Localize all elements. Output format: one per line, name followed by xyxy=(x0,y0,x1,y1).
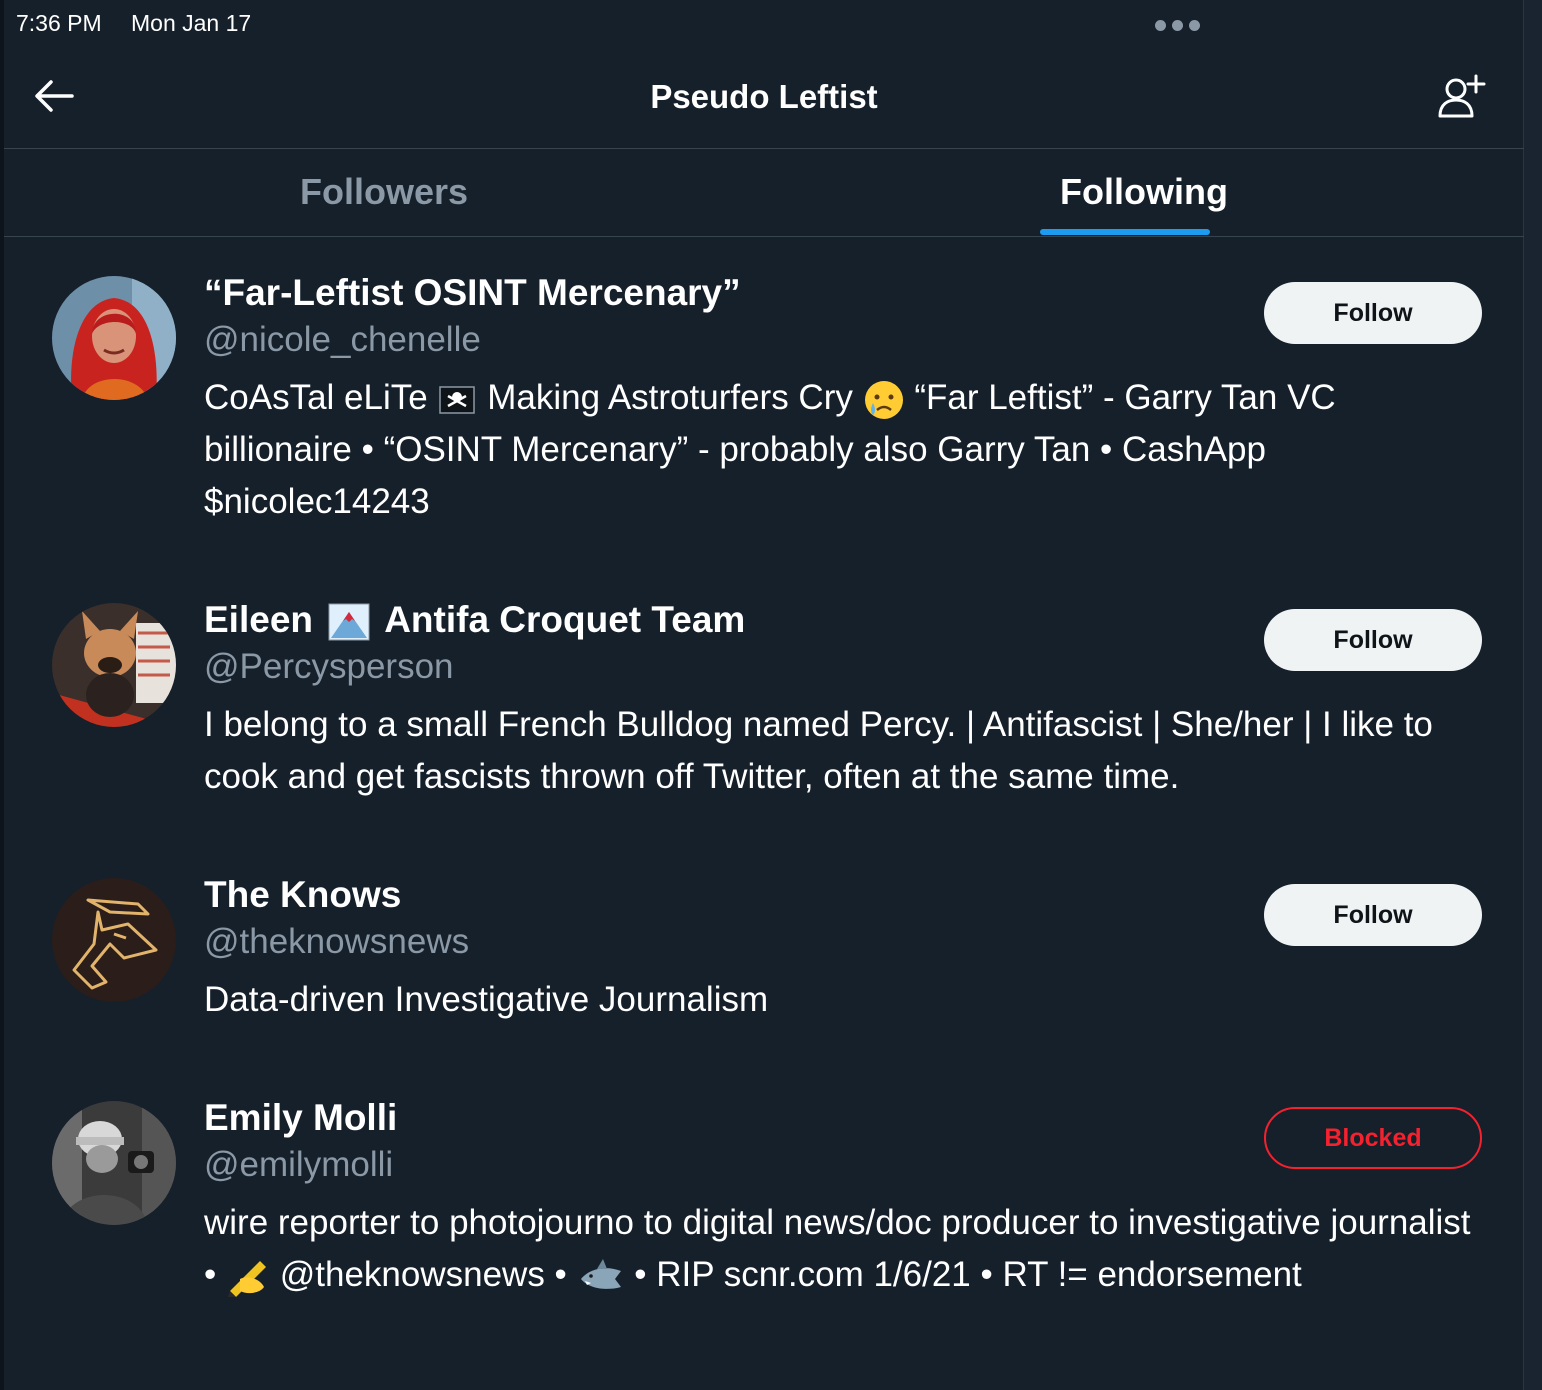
pirate-flag-icon xyxy=(439,386,476,414)
handle[interactable]: @Percysperson xyxy=(204,647,454,687)
user-row[interactable]: Eileen Antifa Croquet Team @Percysperson… xyxy=(4,599,1524,823)
display-name: “Far-Leftist OSINT Mercenary” xyxy=(204,272,741,313)
handle[interactable]: @emilymolli xyxy=(204,1145,393,1185)
add-user-icon xyxy=(1438,74,1486,118)
bio-text: @theknowsnews • xyxy=(279,1255,567,1294)
follow-button[interactable]: Follow xyxy=(1264,884,1482,946)
avatar[interactable] xyxy=(52,878,176,1002)
bio: wire reporter to photojourno to digital … xyxy=(204,1197,1474,1301)
bio: Data-driven Investigative Journalism xyxy=(204,980,769,1019)
avatar[interactable] xyxy=(52,1101,176,1225)
follow-button[interactable]: Follow xyxy=(1264,609,1482,671)
user-row[interactable]: Emily Molli @emilymolli wire reporter to… xyxy=(4,1097,1524,1361)
bio-text: Making Astroturfers Cry xyxy=(487,378,853,417)
add-user-button[interactable] xyxy=(1432,70,1492,126)
display-name: Eileen Antifa Croquet Team xyxy=(204,599,745,642)
mount-fuji-icon xyxy=(328,603,370,641)
tab-bar: Followers Following xyxy=(4,149,1524,237)
tab-following[interactable]: Following xyxy=(764,149,1524,236)
display-name: The Knows xyxy=(204,874,402,915)
device-edge-right xyxy=(1523,0,1542,1390)
bio-text: CoAsTal eLiTe xyxy=(204,378,428,417)
status-time: 7:36 PM xyxy=(16,10,102,36)
status-date: Mon Jan 17 xyxy=(131,10,252,36)
writing-hand-icon xyxy=(228,1260,266,1297)
avatar[interactable] xyxy=(52,603,176,727)
bio: CoAsTal eLiTe Making Astroturfers Cry “F… xyxy=(204,372,1474,528)
multitasking-dots-icon[interactable] xyxy=(1155,20,1200,31)
handle[interactable]: @theknowsnews xyxy=(204,922,469,962)
crying-face-icon xyxy=(864,380,903,419)
nav-header: Pseudo Leftist xyxy=(4,48,1524,149)
display-name: Emily Molli xyxy=(204,1097,398,1138)
page-title: Pseudo Leftist xyxy=(650,78,878,115)
blocked-button[interactable]: Blocked xyxy=(1264,1107,1482,1169)
bio-text: • RIP scnr.com 1/6/21 • RT != endorsemen… xyxy=(634,1255,1302,1294)
user-row[interactable]: “Far-Leftist OSINT Mercenary” @nicole_ch… xyxy=(4,272,1524,536)
bio: I belong to a small French Bulldog named… xyxy=(204,705,1433,796)
active-tab-indicator xyxy=(1040,229,1210,235)
screen: 7:36 PM Mon Jan 17 Pseudo Leftist Follow… xyxy=(0,0,1542,1390)
handle[interactable]: @nicole_chenelle xyxy=(204,320,481,360)
display-name-part: Eileen xyxy=(204,599,313,640)
follow-button[interactable]: Follow xyxy=(1264,282,1482,344)
display-name-part: Antifa Croquet Team xyxy=(384,599,746,640)
status-bar: 7:36 PM Mon Jan 17 xyxy=(0,0,1524,48)
user-row[interactable]: The Knows @theknowsnews Data-driven Inve… xyxy=(4,874,1524,1028)
tab-following-label: Following xyxy=(1060,171,1228,212)
shark-icon xyxy=(580,1258,621,1289)
tab-followers-label: Followers xyxy=(299,171,469,212)
tab-followers[interactable]: Followers xyxy=(4,149,764,236)
avatar[interactable] xyxy=(52,276,176,400)
